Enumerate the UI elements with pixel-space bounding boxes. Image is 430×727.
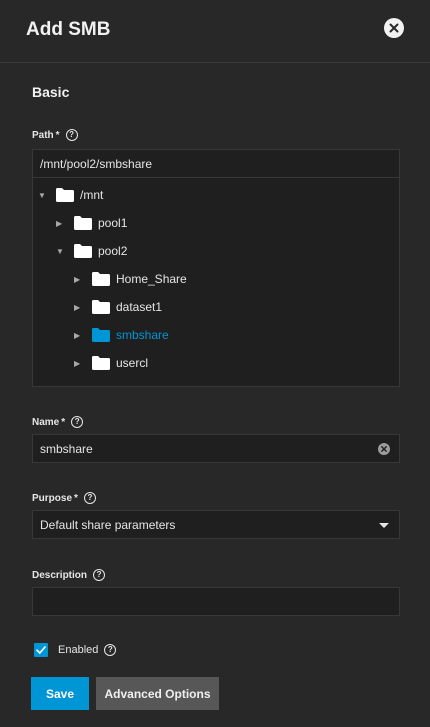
tree-node-mnt[interactable]: ▼ /mnt	[38, 183, 103, 207]
folder-icon	[92, 300, 110, 314]
description-label: Description ?	[32, 569, 106, 581]
folder-icon	[56, 188, 74, 202]
close-icon	[389, 23, 399, 33]
add-smb-dialog: Add SMB Basic Path * ? /mnt/pool2/smbsha…	[0, 0, 430, 727]
path-tree: ▼ /mnt ▶ pool1 ▼ pool2 ▶ Home_Share ▶ da…	[32, 178, 400, 387]
tree-node-pool2[interactable]: ▼ pool2	[56, 239, 127, 263]
chevron-right-icon[interactable]: ▶	[74, 275, 84, 284]
chevron-down-icon[interactable]	[379, 523, 389, 528]
dialog-title: Add SMB	[26, 19, 111, 40]
tree-node-smbshare[interactable]: ▶ smbshare	[74, 323, 169, 347]
path-input[interactable]: /mnt/pool2/smbshare	[32, 149, 400, 178]
folder-icon	[74, 244, 92, 258]
chevron-right-icon[interactable]: ▶	[56, 219, 66, 228]
help-icon[interactable]: ?	[71, 416, 84, 428]
purpose-select[interactable]: Default share parameters	[32, 510, 400, 539]
tree-node-pool1[interactable]: ▶ pool1	[56, 211, 127, 235]
help-icon[interactable]: ?	[104, 644, 117, 656]
chevron-right-icon[interactable]: ▶	[74, 331, 84, 340]
folder-icon	[92, 328, 110, 342]
help-icon[interactable]: ?	[65, 129, 78, 141]
name-label: Name * ?	[32, 416, 84, 428]
help-icon[interactable]: ?	[83, 492, 96, 504]
save-button[interactable]: Save	[31, 677, 89, 710]
folder-icon	[74, 216, 92, 230]
folder-icon	[92, 272, 110, 286]
tree-node-usercl[interactable]: ▶ usercl	[74, 351, 148, 375]
dialog-header: Add SMB	[0, 0, 430, 63]
clear-icon[interactable]	[378, 443, 390, 455]
chevron-down-icon[interactable]: ▼	[56, 247, 66, 256]
advanced-options-button[interactable]: Advanced Options	[96, 677, 219, 710]
chevron-down-icon[interactable]: ▼	[38, 191, 48, 200]
description-input[interactable]	[32, 587, 400, 616]
tree-node-home-share[interactable]: ▶ Home_Share	[74, 267, 187, 291]
check-icon	[36, 646, 46, 654]
name-input[interactable]: smbshare	[32, 434, 400, 463]
enabled-row: Enabled ?	[34, 643, 117, 657]
section-title-basic: Basic	[32, 84, 70, 100]
close-button[interactable]	[384, 18, 404, 38]
folder-icon	[92, 356, 110, 370]
path-label: Path * ?	[32, 129, 78, 141]
enabled-label: Enabled	[58, 644, 99, 656]
enabled-checkbox[interactable]	[34, 643, 48, 657]
chevron-right-icon[interactable]: ▶	[74, 303, 84, 312]
chevron-right-icon[interactable]: ▶	[74, 359, 84, 368]
help-icon[interactable]: ?	[93, 569, 106, 581]
tree-node-dataset1[interactable]: ▶ dataset1	[74, 295, 162, 319]
purpose-label: Purpose * ?	[32, 492, 96, 504]
